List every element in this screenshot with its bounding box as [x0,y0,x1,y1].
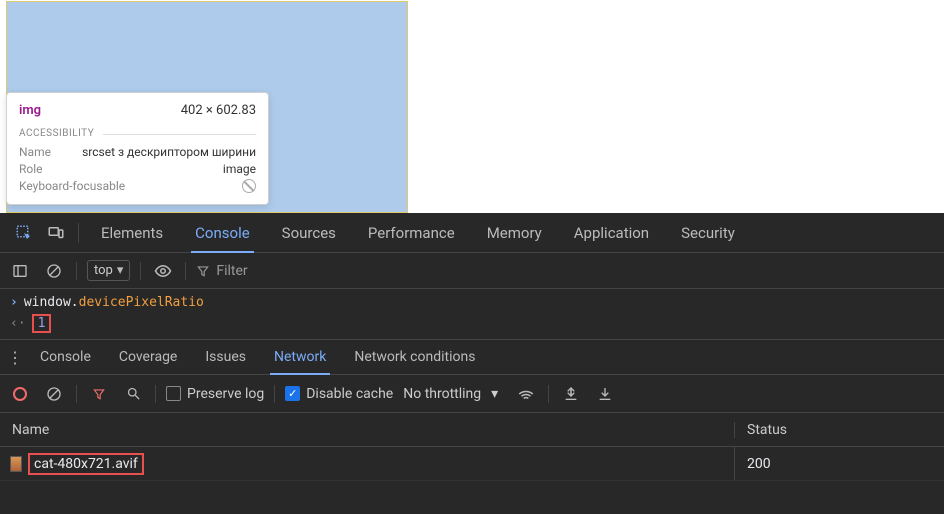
tooltip-role-value: image [223,162,256,176]
preserve-log-label: Preserve log [187,386,264,402]
export-har-button[interactable] [593,380,617,408]
request-name: cat-480x721.avif [28,453,144,475]
tab-security[interactable]: Security [665,213,751,253]
filter-input[interactable]: Filter [196,263,247,279]
context-label: top [94,263,113,278]
import-har-button[interactable] [559,380,583,408]
tab-application[interactable]: Application [558,213,665,253]
checkbox-checked-icon [285,386,300,401]
chevron-down-icon: ▾ [117,263,124,278]
clear-console-button[interactable] [42,257,66,285]
tooltip-name-value: srcset з дескриптором ширини [82,145,256,159]
toggle-sidebar-button[interactable] [8,257,32,285]
checkbox-unchecked-icon [166,386,181,401]
network-table-header: Name Status [0,413,944,447]
file-thumbnail-icon [10,456,22,472]
page-viewport: img 402 × 602.83 ACCESSIBILITY Name srcs… [0,0,944,213]
drawer-tab-bar: ⋮ Console Coverage Issues Network Networ… [0,339,944,375]
disable-cache-checkbox[interactable]: Disable cache [285,386,393,402]
filter-toggle-button[interactable] [87,380,111,408]
tab-memory[interactable]: Memory [471,213,558,253]
network-table-row[interactable]: cat-480x721.avif 200 [0,447,944,481]
record-icon [13,387,27,401]
drawer-tab-issues[interactable]: Issues [191,339,260,375]
drawer-tab-network[interactable]: Network [260,339,340,375]
drawer-tab-network-conditions[interactable]: Network conditions [340,339,489,375]
tooltip-dimensions: 402 × 602.83 [181,103,256,118]
tab-console[interactable]: Console [179,213,266,253]
tab-sources[interactable]: Sources [266,213,352,253]
clear-network-button[interactable] [42,380,66,408]
console-output: › window.devicePixelRatio ‹· 1 [0,289,944,339]
search-button[interactable] [121,380,145,408]
disable-cache-label: Disable cache [306,386,393,402]
tab-performance[interactable]: Performance [352,213,471,253]
more-tools-button[interactable]: ⋮ [4,348,26,367]
record-button[interactable] [8,380,32,408]
tooltip-name-label: Name [19,145,51,159]
console-result-value: 1 [32,314,52,333]
code-property: devicePixelRatio [79,295,204,310]
network-toolbar: Preserve log Disable cache No throttling… [0,375,944,413]
live-expression-button[interactable] [151,257,175,285]
chevron-down-icon: ▾ [485,386,504,402]
prompt-caret-icon: › [10,295,18,310]
filter-icon [196,264,210,278]
throttling-selector[interactable]: No throttling ▾ [403,386,504,402]
drawer-tab-coverage[interactable]: Coverage [105,339,191,375]
request-status: 200 [734,447,944,480]
code-object: window [24,295,71,310]
column-header-status[interactable]: Status [734,422,944,438]
result-caret-icon: ‹· [10,316,26,331]
device-toolbar-button[interactable] [40,217,72,249]
preserve-log-checkbox[interactable]: Preserve log [166,386,264,402]
drawer-tab-console[interactable]: Console [26,339,105,375]
main-tab-bar: Elements Console Sources Performance Mem… [0,213,944,253]
tooltip-tag: img [19,103,41,118]
code-dot: . [71,295,79,310]
tooltip-keyboard-label: Keyboard-focusable [19,179,125,193]
console-toolbar: top ▾ Filter [0,253,944,289]
column-header-name[interactable]: Name [0,422,734,438]
context-selector[interactable]: top ▾ [87,260,130,281]
tooltip-role-label: Role [19,162,43,176]
not-focusable-icon [242,179,256,193]
console-input-line[interactable]: › window.devicePixelRatio [0,293,944,312]
tab-elements[interactable]: Elements [85,213,179,253]
tooltip-section-label: ACCESSIBILITY [19,128,256,139]
network-conditions-button[interactable] [514,380,538,408]
devtools-panel: Elements Console Sources Performance Mem… [0,213,944,514]
inspect-element-button[interactable] [8,217,40,249]
console-result-line: ‹· 1 [0,312,944,335]
element-tooltip: img 402 × 602.83 ACCESSIBILITY Name srcs… [6,92,269,205]
throttling-label: No throttling [403,386,481,402]
filter-placeholder: Filter [216,263,247,279]
